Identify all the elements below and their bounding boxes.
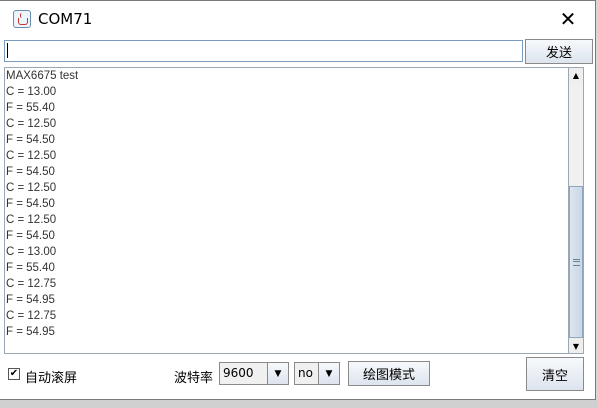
close-icon: ✕ — [559, 7, 577, 31]
output-line: F = 54.50 — [6, 230, 55, 242]
checkmark-icon: ✔ — [9, 368, 19, 379]
output-line: C = 12.75 — [6, 310, 57, 322]
autoscroll-label[interactable]: 自动滚屏 — [25, 367, 77, 386]
output-line: F = 54.50 — [6, 166, 55, 178]
send-button[interactable]: 发送 — [525, 39, 593, 64]
command-row: 发送 — [4, 39, 594, 65]
output-line: C = 12.50 — [6, 150, 57, 162]
plot-mode-button[interactable]: 绘图模式 — [348, 361, 430, 386]
output-line: C = 12.50 — [6, 118, 57, 130]
vertical-scrollbar[interactable]: ▲ ▼ — [568, 67, 584, 354]
output-line: C = 12.50 — [6, 182, 57, 194]
output-line: C = 12.75 — [6, 278, 57, 290]
scroll-down-button[interactable]: ▼ — [569, 339, 583, 353]
baud-rate-value: 9600 — [223, 366, 254, 380]
output-line: F = 54.50 — [6, 134, 55, 146]
window-shadow — [0, 400, 598, 408]
baud-rate-label: 波特率 — [174, 371, 214, 386]
output-line: F = 54.95 — [6, 326, 55, 338]
output-line: C = 12.50 — [6, 214, 57, 226]
arrow-down-icon: ▼ — [572, 341, 580, 351]
chevron-down-icon[interactable]: ▼ — [318, 363, 339, 384]
arrow-up-icon: ▲ — [572, 70, 580, 80]
line-ending-value: no — [298, 366, 313, 380]
scrollbar-thumb[interactable] — [569, 186, 583, 338]
baud-rate-select[interactable]: 9600 ▼ — [219, 362, 289, 385]
serial-monitor-window: COM71 ✕ 发送 MAX6675 test C = 13.00 F = 55.4… — [0, 0, 596, 400]
title-bar[interactable]: COM71 ✕ — [4, 1, 594, 37]
serial-output-area[interactable]: MAX6675 test C = 13.00 F = 55.40 C = 12.50 F… — [4, 67, 568, 354]
line-ending-select[interactable]: no ▼ — [294, 362, 340, 385]
output-line: F = 54.50 — [6, 198, 55, 210]
clear-button[interactable]: 清空 — [526, 357, 584, 391]
chevron-down-icon[interactable]: ▼ — [267, 363, 288, 384]
window-title: COM71 — [38, 10, 93, 28]
output-line: MAX6675 test — [6, 70, 79, 82]
output-line: F = 54.95 — [6, 294, 55, 306]
grip-icon — [573, 259, 580, 266]
output-line: F = 55.40 — [6, 262, 55, 274]
autoscroll-checkbox[interactable]: ✔ — [8, 368, 20, 380]
text-caret — [7, 43, 8, 58]
output-line: C = 13.00 — [6, 246, 57, 258]
scroll-up-button[interactable]: ▲ — [569, 68, 583, 82]
close-button[interactable]: ✕ — [546, 1, 590, 37]
java-cup-icon — [13, 10, 31, 28]
command-input[interactable] — [4, 40, 523, 62]
output-line: C = 13.00 — [6, 86, 57, 98]
bottom-toolbar: ✔ 自动滚屏 波特率 9600 ▼ no ▼ 绘图模式 清空 — [4, 356, 594, 394]
output-line: F = 55.40 — [6, 102, 55, 114]
